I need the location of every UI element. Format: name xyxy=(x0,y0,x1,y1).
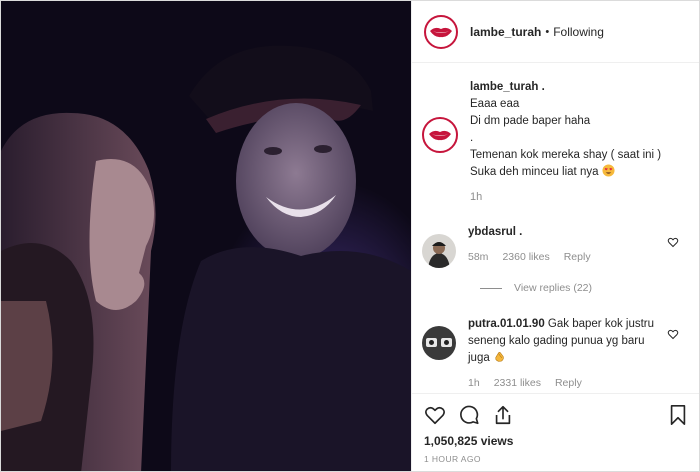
caption-line: Eaaa eaa xyxy=(470,98,520,110)
avatar-photo xyxy=(422,234,456,268)
caption-line: Temenan kok mereka shay ( saat ini ) xyxy=(470,149,662,161)
comment-icon[interactable] xyxy=(458,404,480,426)
view-replies-button[interactable]: View replies (22) xyxy=(480,282,691,294)
view-replies-label: View replies (22) xyxy=(514,282,593,294)
bookmark-icon[interactable] xyxy=(667,404,689,426)
comment-meta: 1h 2331 likes Reply xyxy=(468,375,658,392)
action-icons xyxy=(424,400,689,430)
view-count[interactable]: 1,050,825 views xyxy=(424,434,689,448)
header-separator: • xyxy=(545,25,550,38)
video-frame-image xyxy=(1,1,411,471)
comment-timestamp[interactable]: 1h xyxy=(468,375,480,392)
post-actions-bar: 1,050,825 views 1 HOUR AGO xyxy=(412,393,699,464)
share-icon[interactable] xyxy=(492,404,514,426)
instagram-post-window: lambe_turah • Following lambe_turah . Ea… xyxy=(0,0,700,472)
account-username[interactable]: lambe_turah xyxy=(470,25,541,39)
comment-username[interactable]: ybdasrul . xyxy=(468,226,522,238)
commenter-avatar[interactable] xyxy=(422,326,456,360)
post-video[interactable] xyxy=(1,1,411,471)
comment-body: ybdasrul . 58m 2360 likes Reply xyxy=(468,224,658,268)
comment-item: putra.01.01.90 Gak baper kok justru sene… xyxy=(422,316,691,392)
caption-line: Di dm pade baper haha xyxy=(470,115,591,127)
caption-timestamp[interactable]: 1h xyxy=(470,189,661,206)
comment-likes[interactable]: 2360 likes xyxy=(502,249,549,266)
caption-avatar[interactable] xyxy=(422,117,458,153)
caption-line-with-emoji: Suka deh minceu liat nya xyxy=(470,164,661,181)
caption-username[interactable]: lambe_turah . xyxy=(470,79,661,96)
replies-divider xyxy=(480,287,502,289)
caption-line: Suka deh minceu liat nya xyxy=(470,166,599,178)
following-button[interactable]: Following xyxy=(553,25,604,39)
comment-meta: 58m 2360 likes Reply xyxy=(468,249,658,266)
like-comment-heart-icon[interactable] xyxy=(667,328,679,340)
post-header: lambe_turah • Following xyxy=(412,1,699,63)
reply-button[interactable]: Reply xyxy=(564,249,591,266)
heart-eyes-emoji-icon xyxy=(602,164,615,177)
post-caption: lambe_turah . Eaaa eaa Di dm pade baper … xyxy=(422,79,691,206)
comment-likes[interactable]: 2331 likes xyxy=(494,375,541,392)
comment-item: ybdasrul . 58m 2360 likes Reply xyxy=(422,224,691,268)
comments-list[interactable]: lambe_turah . Eaaa eaa Di dm pade baper … xyxy=(412,63,699,393)
post-timestamp[interactable]: 1 HOUR AGO xyxy=(424,454,689,464)
comment-timestamp[interactable]: 58m xyxy=(468,249,488,266)
clapping-hands-emoji-icon xyxy=(495,352,504,362)
comment-body: putra.01.01.90 Gak baper kok justru sene… xyxy=(468,316,658,392)
lips-logo-icon xyxy=(429,130,451,141)
commenter-avatar[interactable] xyxy=(422,234,456,268)
heart-icon[interactable] xyxy=(424,404,446,426)
lips-logo-icon xyxy=(430,27,452,37)
account-avatar[interactable] xyxy=(424,14,458,49)
comment-username[interactable]: putra.01.01.90 xyxy=(468,318,545,330)
caption-body: lambe_turah . Eaaa eaa Di dm pade baper … xyxy=(470,79,661,206)
caption-line: . xyxy=(470,132,474,144)
reply-button[interactable]: Reply xyxy=(555,375,582,392)
post-details-panel: lambe_turah • Following lambe_turah . Ea… xyxy=(411,1,699,471)
avatar-photo xyxy=(422,326,456,360)
like-comment-heart-icon[interactable] xyxy=(667,236,679,248)
